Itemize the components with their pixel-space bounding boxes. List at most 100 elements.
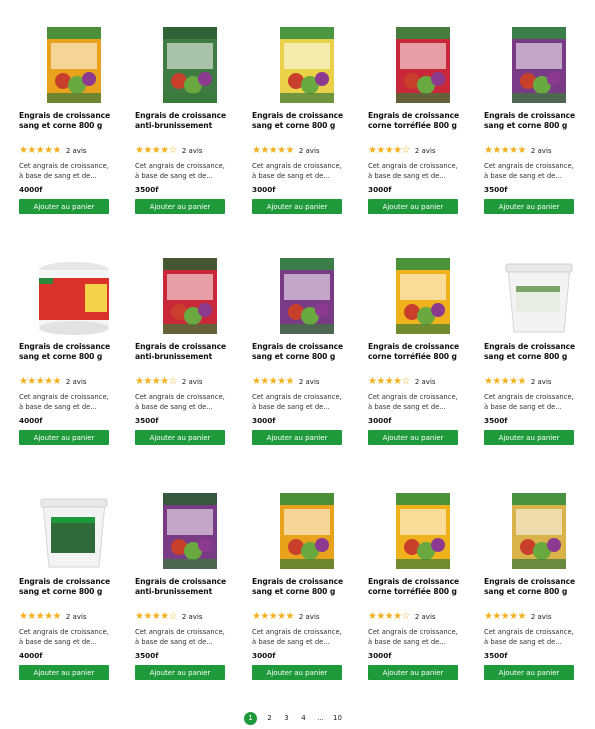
product-rating: ★★★★☆ 2 avis bbox=[135, 146, 203, 156]
product-image[interactable] bbox=[500, 487, 578, 571]
review-count[interactable]: 2 avis bbox=[415, 613, 436, 621]
product-title[interactable]: Engrais de croissance sang et corne 800 … bbox=[252, 577, 358, 597]
add-to-cart-button[interactable]: Ajouter au panier bbox=[19, 665, 109, 680]
product-image[interactable] bbox=[384, 487, 462, 571]
page-link[interactable]: 10 bbox=[329, 714, 346, 722]
review-count[interactable]: 2 avis bbox=[415, 147, 436, 155]
product-title[interactable]: Engrais de croissance anti-brunissement bbox=[135, 342, 241, 362]
product-title-line-2: corne torréfiée 800 g bbox=[368, 587, 457, 596]
product-title[interactable]: Engrais de croissance sang et corne 800 … bbox=[252, 111, 358, 131]
page-link[interactable]: 4 bbox=[295, 714, 312, 722]
product-image[interactable] bbox=[35, 252, 113, 336]
product-description-line-1: Cet angrais de croissance, bbox=[135, 393, 225, 401]
rating-stars: ★★★★★ bbox=[252, 145, 294, 156]
product-image[interactable] bbox=[35, 21, 113, 105]
add-to-cart-button[interactable]: Ajouter au panier bbox=[252, 199, 342, 214]
product-title-line-2: anti-brunissement bbox=[135, 352, 213, 361]
product-image[interactable] bbox=[268, 252, 346, 336]
add-to-cart-button[interactable]: Ajouter au panier bbox=[252, 665, 342, 680]
product-description-line-1: Cet angrais de croissance, bbox=[252, 162, 342, 170]
add-to-cart-button[interactable]: Ajouter au panier bbox=[19, 430, 109, 445]
page-link[interactable]: 2 bbox=[261, 714, 278, 722]
product-title[interactable]: Engrais de croissance sang et corne 800 … bbox=[19, 342, 125, 362]
product-title-line-1: Engrais de croissance bbox=[484, 111, 576, 120]
product-description-line-2: à base de sang et de... bbox=[368, 638, 446, 646]
product-description: Cet angrais de croissance, à base de san… bbox=[368, 627, 474, 647]
rating-stars: ★★★★★ bbox=[19, 376, 61, 387]
product-description: Cet angrais de croissance, à base de san… bbox=[19, 627, 125, 647]
add-to-cart-button[interactable]: Ajouter au panier bbox=[368, 430, 458, 445]
product-title[interactable]: Engrais de croissance corne torréfiée 80… bbox=[368, 577, 474, 597]
product-description-line-1: Cet angrais de croissance, bbox=[19, 393, 109, 401]
product-image[interactable] bbox=[151, 21, 229, 105]
product-title-line-1: Engrais de croissance bbox=[484, 577, 576, 586]
product-image[interactable] bbox=[384, 21, 462, 105]
product-title[interactable]: Engrais de croissance anti-brunissement bbox=[135, 577, 241, 597]
review-count[interactable]: 2 avis bbox=[182, 378, 203, 386]
add-to-cart-button[interactable]: Ajouter au panier bbox=[135, 665, 225, 680]
product-title[interactable]: Engrais de croissance sang et corne 800 … bbox=[484, 111, 590, 131]
product-image[interactable] bbox=[384, 252, 462, 336]
product-description: Cet angrais de croissance, à base de san… bbox=[19, 161, 125, 181]
review-count[interactable]: 2 avis bbox=[66, 613, 87, 621]
product-title[interactable]: Engrais de croissance corne torréfiée 80… bbox=[368, 111, 474, 131]
product-title-line-2: sang et corne 800 g bbox=[19, 352, 103, 361]
add-to-cart-button[interactable]: Ajouter au panier bbox=[19, 199, 109, 214]
page-link[interactable]: 1 bbox=[244, 711, 257, 725]
review-count[interactable]: 2 avis bbox=[415, 378, 436, 386]
product-title[interactable]: Engrais de croissance corne torréfiée 80… bbox=[368, 342, 474, 362]
product-image[interactable] bbox=[151, 487, 229, 571]
rating-stars: ★★★★☆ bbox=[135, 611, 177, 622]
product-title-line-1: Engrais de croissance bbox=[368, 111, 460, 120]
product-title[interactable]: Engrais de croissance sang et corne 800 … bbox=[19, 577, 125, 597]
review-count[interactable]: 2 avis bbox=[66, 147, 87, 155]
add-to-cart-button[interactable]: Ajouter au panier bbox=[368, 665, 458, 680]
product-description: Cet angrais de croissance, à base de san… bbox=[368, 392, 474, 412]
review-count[interactable]: 2 avis bbox=[182, 147, 203, 155]
product-title-line-2: sang et corne 800 g bbox=[252, 121, 336, 130]
review-count[interactable]: 2 avis bbox=[299, 147, 320, 155]
product-title[interactable]: Engrais de croissance sang et corne 800 … bbox=[484, 577, 590, 597]
product-description-line-2: à base de sang et de... bbox=[19, 638, 97, 646]
product-description: Cet angrais de croissance, à base de san… bbox=[484, 392, 590, 412]
review-count[interactable]: 2 avis bbox=[182, 613, 203, 621]
add-to-cart-button[interactable]: Ajouter au panier bbox=[135, 430, 225, 445]
product-image[interactable] bbox=[151, 252, 229, 336]
add-to-cart-button[interactable]: Ajouter au panier bbox=[484, 430, 574, 445]
product-rating: ★★★★★ 2 avis bbox=[19, 612, 87, 622]
review-count[interactable]: 2 avis bbox=[66, 378, 87, 386]
product-description-line-1: Cet angrais de croissance, bbox=[368, 393, 458, 401]
page-link[interactable]: 3 bbox=[278, 714, 295, 722]
add-to-cart-button[interactable]: Ajouter au panier bbox=[368, 199, 458, 214]
product-image[interactable] bbox=[500, 21, 578, 105]
review-count[interactable]: 2 avis bbox=[531, 378, 552, 386]
product-title-line-2: sang et corne 800 g bbox=[484, 121, 568, 130]
product-rating: ★★★★★ 2 avis bbox=[484, 612, 552, 622]
product-image[interactable] bbox=[500, 252, 578, 336]
product-price: 3500f bbox=[484, 185, 508, 194]
product-description-line-1: Cet angrais de croissance, bbox=[19, 628, 109, 636]
rating-stars: ★★★★☆ bbox=[135, 376, 177, 387]
product-image[interactable] bbox=[268, 21, 346, 105]
product-title[interactable]: Engrais de croissance sang et corne 800 … bbox=[19, 111, 125, 131]
product-description-line-1: Cet angrais de croissance, bbox=[135, 162, 225, 170]
product-title[interactable]: Engrais de croissance anti-brunissement bbox=[135, 111, 241, 131]
product-image[interactable] bbox=[268, 487, 346, 571]
add-to-cart-button[interactable]: Ajouter au panier bbox=[252, 430, 342, 445]
product-price: 3000f bbox=[368, 651, 392, 660]
add-to-cart-button[interactable]: Ajouter au panier bbox=[484, 199, 574, 214]
pagination: 1 2 3 4... 10 bbox=[244, 711, 346, 725]
product-image[interactable] bbox=[35, 487, 113, 571]
review-count[interactable]: 2 avis bbox=[299, 613, 320, 621]
product-price: 3500f bbox=[484, 416, 508, 425]
review-count[interactable]: 2 avis bbox=[531, 613, 552, 621]
review-count[interactable]: 2 avis bbox=[531, 147, 552, 155]
add-to-cart-button[interactable]: Ajouter au panier bbox=[484, 665, 574, 680]
product-price: 3500f bbox=[135, 416, 159, 425]
product-title[interactable]: Engrais de croissance sang et corne 800 … bbox=[252, 342, 358, 362]
product-rating: ★★★★☆ 2 avis bbox=[135, 377, 203, 387]
review-count[interactable]: 2 avis bbox=[299, 378, 320, 386]
add-to-cart-button[interactable]: Ajouter au panier bbox=[135, 199, 225, 214]
product-title-line-1: Engrais de croissance bbox=[252, 577, 344, 586]
product-title[interactable]: Engrais de croissance sang et corne 800 … bbox=[484, 342, 590, 362]
